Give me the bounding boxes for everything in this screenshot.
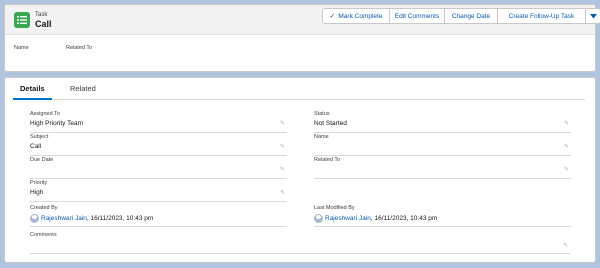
active-tab-indicator (13, 98, 52, 100)
field-last-modified-by: Last Modified By Rajeshwari Jain , 16/11… (314, 205, 571, 227)
field-divider (30, 178, 287, 179)
field-label: Created By (30, 205, 58, 211)
edit-pencil-icon[interactable]: ✎ (564, 120, 569, 127)
field-value: High (30, 189, 44, 196)
last-modified-by-timestamp: , 16/11/2023, 10:43 pm (370, 215, 438, 222)
field-label: Due Date (30, 157, 54, 163)
user-avatar-icon (30, 214, 39, 223)
field-value: Rajeshwari Jain , 16/11/2023, 10:43 pm (314, 214, 437, 223)
field-created-by: Created By Rajeshwari Jain , 16/11/2023,… (30, 205, 287, 227)
field-divider (314, 132, 571, 133)
header-action-buttons: ✓ Mark Complete Edit Comments Change Dat… (322, 8, 600, 24)
field-divider (30, 155, 287, 156)
edit-pencil-icon[interactable]: ✎ (564, 143, 569, 150)
mark-complete-label: Mark Complete (338, 12, 383, 20)
field-label: Priority (30, 180, 48, 186)
edit-pencil-icon[interactable]: ✎ (563, 242, 568, 249)
field-due-date: Due Date ✎ (30, 157, 287, 179)
tab-related[interactable]: Related (70, 84, 96, 98)
field-value: Not Started (314, 120, 347, 127)
field-value: Call (30, 143, 42, 150)
field-label: Related To (314, 157, 341, 163)
field-label: Comments (30, 232, 57, 238)
user-avatar-icon (314, 214, 323, 223)
tab-bar-divider (13, 99, 585, 100)
highlight-related-to-label: Related To (66, 45, 93, 51)
field-label: Name (314, 134, 329, 140)
task-list-icon (14, 12, 30, 28)
field-label: Last Modified By (314, 205, 355, 211)
change-date-button[interactable]: Change Date (444, 8, 498, 24)
object-type-label: Task (35, 12, 48, 18)
field-name: Name ✎ (314, 134, 571, 156)
edit-pencil-icon[interactable]: ✎ (280, 120, 285, 127)
field-divider (314, 226, 571, 227)
field-assigned-to: Assigned To High Priority Team ✎ (30, 111, 287, 133)
edit-pencil-icon[interactable]: ✎ (280, 166, 285, 173)
field-label: Status (314, 111, 330, 117)
field-priority: Priority High ✎ (30, 180, 287, 202)
create-follow-up-task-button[interactable]: Create Follow-Up Task (497, 8, 586, 24)
record-title: Call (35, 19, 52, 29)
field-label: Assigned To (30, 111, 60, 117)
created-by-user-link[interactable]: Rajeshwari Jain (41, 215, 87, 222)
field-status: Status Not Started ✎ (314, 111, 571, 133)
check-icon: ✓ (329, 13, 336, 20)
field-divider (30, 253, 570, 254)
field-divider (30, 226, 287, 227)
field-divider (30, 132, 287, 133)
field-value: Rajeshwari Jain , 16/11/2023, 10:43 pm (30, 214, 153, 223)
last-modified-by-user-link[interactable]: Rajeshwari Jain (325, 215, 371, 222)
field-value: High Priority Team (30, 120, 83, 127)
field-divider (30, 201, 287, 202)
edit-pencil-icon[interactable]: ✎ (280, 189, 285, 196)
edit-pencil-icon[interactable]: ✎ (280, 143, 285, 150)
edit-comments-button[interactable]: Edit Comments (389, 8, 445, 24)
field-subject: Subject Call ✎ (30, 134, 287, 156)
highlight-name-label: Name (14, 45, 29, 51)
field-related-to: Related To ✎ (314, 157, 571, 179)
field-divider (314, 155, 571, 156)
field-divider (314, 178, 571, 179)
field-label: Subject (30, 134, 49, 140)
mark-complete-button[interactable]: ✓ Mark Complete (322, 8, 390, 24)
more-actions-button[interactable] (585, 8, 600, 24)
chevron-down-icon (589, 13, 597, 18)
tab-details[interactable]: Details (20, 84, 45, 98)
edit-pencil-icon[interactable]: ✎ (564, 166, 569, 173)
created-by-timestamp: , 16/11/2023, 10:43 pm (86, 215, 154, 222)
field-comments: Comments ✎ (30, 232, 570, 254)
